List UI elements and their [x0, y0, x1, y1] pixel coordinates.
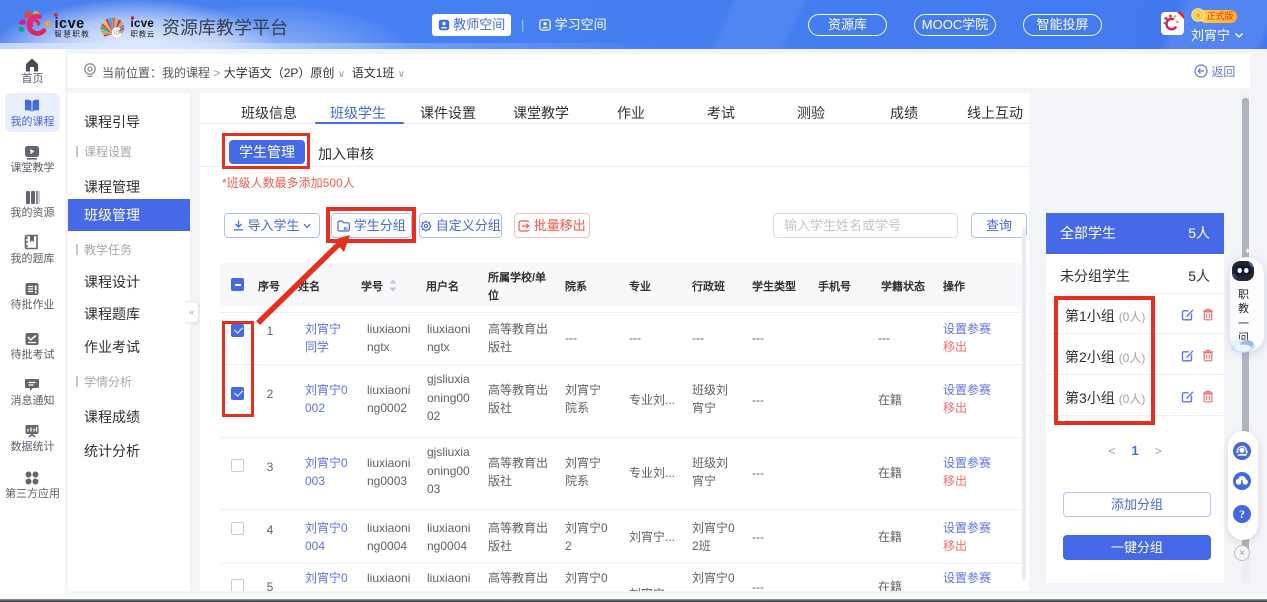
- svg-text:icve: icve: [131, 18, 155, 30]
- svg-text:智慧职教: 智慧职教: [54, 29, 90, 39]
- svg-text:职教云: 职教云: [131, 30, 156, 39]
